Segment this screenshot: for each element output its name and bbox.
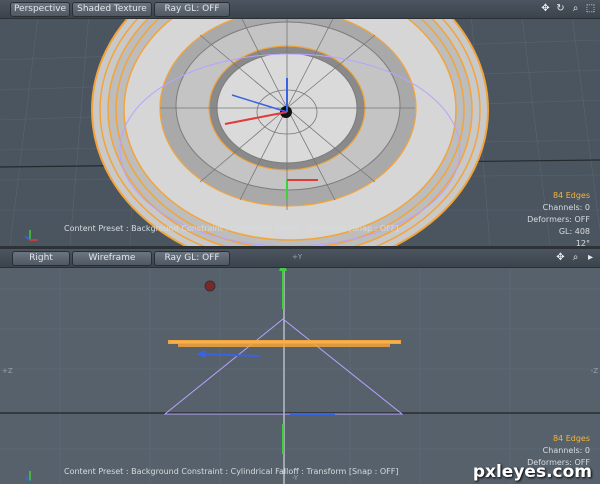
zoom-view-icon[interactable]: ⌕: [570, 251, 581, 265]
viewport-tools: ✥ ↻ ⌕ ⬚: [540, 2, 596, 16]
maximize-view-icon[interactable]: ▸: [585, 251, 596, 265]
record-indicator-icon: [204, 280, 216, 292]
object-mesh[interactable]: [91, 0, 489, 246]
raygl-button[interactable]: Ray GL: OFF: [154, 2, 230, 17]
move-view-icon[interactable]: ✥: [555, 251, 566, 265]
raygl-button[interactable]: Ray GL: OFF: [154, 251, 230, 266]
right-viewport[interactable]: Right Wireframe Ray GL: OFF ✥ ⌕ ▸ +Y +Z …: [0, 249, 600, 484]
shading-mode-button[interactable]: Shaded Texture: [72, 2, 152, 17]
viewport-tools: ✥ ⌕ ▸: [555, 251, 596, 265]
zoom-view-icon[interactable]: ⌕: [570, 2, 581, 16]
move-view-icon[interactable]: ✥: [540, 2, 551, 16]
rotate-view-icon[interactable]: ↻: [555, 2, 566, 16]
status-line: Content Preset : Background Constraint :…: [64, 467, 399, 476]
viewport-toolbar: Perspective Shaded Texture Ray GL: OFF ✥…: [0, 0, 600, 19]
shading-mode-button[interactable]: Wireframe: [72, 251, 152, 266]
view-type-button[interactable]: Perspective: [10, 2, 70, 17]
deformers-info: Deformers: OFF: [527, 215, 590, 224]
object-mesh[interactable]: [168, 340, 401, 347]
watermark: pxleyes.com: [472, 462, 592, 482]
angle-info: 12°: [575, 239, 590, 246]
scene-info: 84 Edges Channels: 0 Deformers: OFF GL: …: [527, 190, 590, 246]
channels-info: Channels: 0: [542, 203, 590, 212]
maximize-view-icon[interactable]: ⬚: [585, 2, 596, 16]
transform-gizmo[interactable]: [196, 261, 335, 454]
perspective-viewport[interactable]: Perspective Shaded Texture Ray GL: OFF ✥…: [0, 0, 600, 246]
axis-label-left: +Z: [2, 367, 13, 375]
right-scene: [0, 249, 600, 484]
world-axis-icon: [24, 230, 38, 241]
edge-count: 84 Edges: [552, 191, 590, 200]
world-axis-icon: [24, 471, 31, 482]
channels-info: Channels: 0: [542, 446, 590, 455]
axis-label-right: -Z: [590, 367, 598, 375]
axis-label-top: +Y: [292, 253, 303, 261]
view-type-button[interactable]: Right: [12, 251, 70, 266]
gl-info: GL: 408: [558, 227, 590, 236]
edge-count: 84 Edges: [552, 434, 590, 443]
perspective-scene: [0, 0, 600, 246]
grid: [0, 249, 600, 484]
status-line: Content Preset : Background Constraint :…: [64, 224, 399, 233]
